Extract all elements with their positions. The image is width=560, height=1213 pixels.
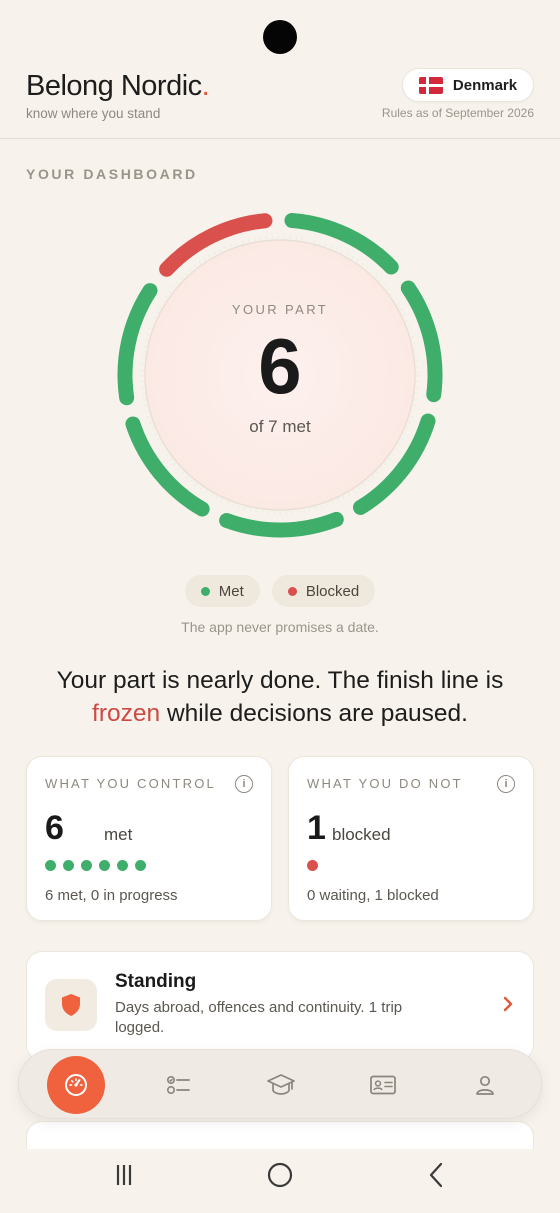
control-count: 6 [45,809,64,847]
ring-legend: Met Blocked [0,575,560,607]
country-selector[interactable]: Denmark [402,68,534,102]
status-dot [45,860,56,871]
denmark-flag-icon [418,76,443,94]
standing-card[interactable]: Standing Days abroad, offences and conti… [26,951,534,1061]
checklist-icon [166,1075,190,1095]
headline-part1: Your part is nearly done. The finish lin… [56,667,504,694]
nav-checklist[interactable] [149,1050,209,1120]
shield-icon-graphic [62,994,80,1016]
ring-subtitle: of 7 met [249,416,311,436]
brand-logo: Belong Nordic. [26,70,210,103]
nav-learn[interactable] [251,1050,311,1120]
info-icon[interactable]: i [497,775,515,793]
progress-ring: YOUR PART 6 of 7 met [100,210,460,570]
not-control-footer: 0 waiting, 1 blocked [307,887,439,904]
info-icon[interactable]: i [235,775,253,793]
not-control-card-label: WHAT YOU DO NOT [307,776,463,791]
control-footer: 6 met, 0 in progress [45,887,178,904]
shield-icon [45,979,97,1031]
control-card[interactable]: WHAT YOU CONTROL i 6 met 6 met, 0 in pro… [26,756,272,921]
brand-dot: . [201,70,210,102]
not-control-unit: blocked [332,825,391,844]
control-card-label: WHAT YOU CONTROL [45,776,216,791]
legend-blocked-label: Blocked [305,582,360,600]
ring-center: YOUR PART 6 of 7 met [100,210,460,540]
tagline: know where you stand [26,106,161,121]
standing-title: Standing [115,971,197,992]
profile-icon [476,1075,494,1095]
status-dot [117,860,128,871]
section-label: YOUR DASHBOARD [26,166,198,182]
system-nav-bar [0,1149,560,1213]
met-dot-icon [200,586,210,596]
rules-date: Rules as of September 2026 [381,106,534,120]
status-dot [63,860,74,871]
headline-part2: while decisions are paused. [160,700,468,727]
back-icon[interactable] [426,1161,446,1189]
chevron-right-icon[interactable] [501,995,515,1013]
legend-blocked: Blocked [271,575,376,607]
status-dot [99,860,110,871]
control-unit: met [104,825,133,844]
legend-met-label: Met [218,582,244,600]
home-icon[interactable] [266,1161,294,1189]
status-headline: Your part is nearly done. The finish lin… [20,664,540,730]
bottom-nav [18,1049,542,1119]
id-card-icon [370,1075,396,1095]
ring-value: 6 [258,321,302,410]
not-control-count: 1 [307,809,326,847]
not-control-dots [307,860,318,871]
status-dot [135,860,146,871]
graduation-cap-icon [267,1074,295,1095]
country-name: Denmark [452,76,518,94]
dashboard-icon [65,1074,87,1096]
control-dots [45,860,146,871]
status-dot [81,860,92,871]
nav-documents[interactable] [353,1050,413,1120]
legend-met: Met [184,575,260,607]
brand-name: Belong Nordic [26,70,202,102]
status-dot [307,860,318,871]
disclaimer: The app never promises a date. [181,619,379,635]
app-header: Belong Nordic. know where you stand Denm… [0,62,560,139]
recent-apps-icon[interactable] [112,1161,136,1189]
not-control-card[interactable]: WHAT YOU DO NOT i 1 blocked 0 waiting, 1… [288,756,534,921]
camera-cutout [263,20,297,54]
ring-label: YOUR PART [231,301,329,317]
standing-description: Days abroad, offences and continuity. 1 … [115,999,403,1036]
headline-highlight: frozen [92,700,161,727]
blocked-dot-icon [287,586,297,596]
nav-profile[interactable] [455,1050,515,1120]
nav-dashboard[interactable] [47,1056,105,1114]
